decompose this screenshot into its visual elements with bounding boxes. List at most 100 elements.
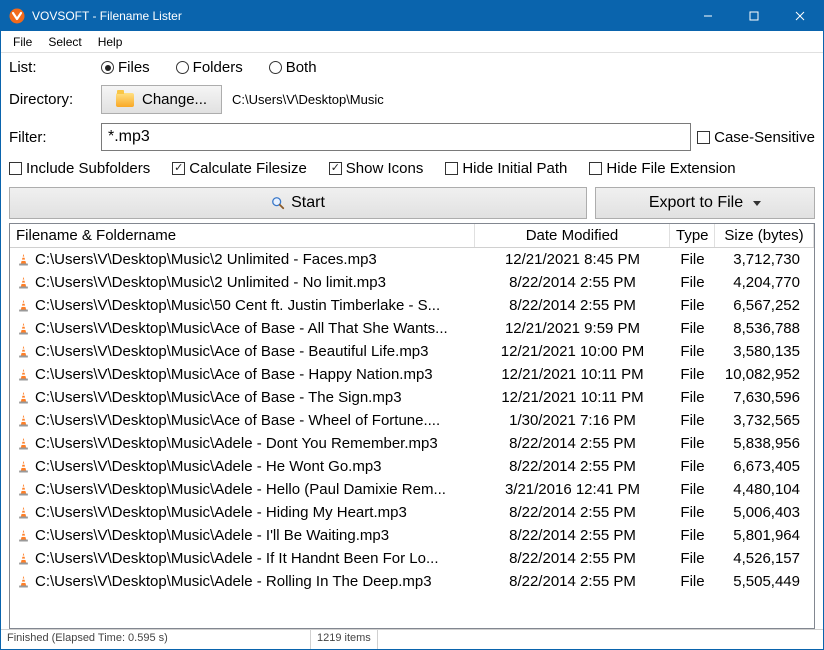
- table-row[interactable]: C:\Users\V\Desktop\Music\Adele - I'll Be…: [10, 524, 814, 547]
- cell-size: 5,801,964: [715, 526, 814, 545]
- table-row[interactable]: C:\Users\V\Desktop\Music\Adele - Hiding …: [10, 501, 814, 524]
- cell-filename: C:\Users\V\Desktop\Music\Adele - Dont Yo…: [10, 434, 475, 453]
- cell-type: File: [670, 411, 715, 430]
- cell-size: 5,006,403: [715, 503, 814, 522]
- window-title: VOVSOFT - Filename Lister: [32, 9, 685, 23]
- table-row[interactable]: C:\Users\V\Desktop\Music\2 Unlimited - F…: [10, 248, 814, 271]
- cell-date: 3/21/2016 12:41 PM: [475, 480, 670, 499]
- cell-type: File: [670, 549, 715, 568]
- hide-file-extension-checkbox[interactable]: Hide File Extension: [589, 160, 735, 177]
- cell-size: 10,082,952: [715, 365, 814, 384]
- table-row[interactable]: C:\Users\V\Desktop\Music\50 Cent ft. Jus…: [10, 294, 814, 317]
- cell-filename: C:\Users\V\Desktop\Music\Adele - Hiding …: [10, 503, 475, 522]
- show-icons-checkbox[interactable]: Show Icons: [329, 160, 424, 177]
- cell-date: 8/22/2014 2:55 PM: [475, 434, 670, 453]
- filter-label: Filter:: [9, 129, 101, 146]
- table-row[interactable]: C:\Users\V\Desktop\Music\Adele - He Wont…: [10, 455, 814, 478]
- directory-label: Directory:: [9, 91, 101, 108]
- cell-type: File: [670, 572, 715, 591]
- hide-initial-path-checkbox[interactable]: Hide Initial Path: [445, 160, 567, 177]
- menubar: File Select Help: [1, 31, 823, 53]
- table-row[interactable]: C:\Users\V\Desktop\Music\Ace of Base - H…: [10, 363, 814, 386]
- statusbar: Finished (Elapsed Time: 0.595 s) 1219 it…: [1, 629, 823, 649]
- minimize-button[interactable]: [685, 1, 731, 31]
- maximize-button[interactable]: [731, 1, 777, 31]
- cell-filename: C:\Users\V\Desktop\Music\Adele - I'll Be…: [10, 526, 475, 545]
- table-row[interactable]: C:\Users\V\Desktop\Music\Ace of Base - A…: [10, 317, 814, 340]
- col-size[interactable]: Size (bytes): [715, 224, 814, 247]
- status-count: 1219 items: [311, 630, 378, 649]
- cell-date: 8/22/2014 2:55 PM: [475, 273, 670, 292]
- menu-file[interactable]: File: [5, 33, 40, 51]
- cell-filename: C:\Users\V\Desktop\Music\Adele - He Wont…: [10, 457, 475, 476]
- close-button[interactable]: [777, 1, 823, 31]
- status-elapsed: Finished (Elapsed Time: 0.595 s): [1, 630, 311, 649]
- calculate-filesize-checkbox[interactable]: Calculate Filesize: [172, 160, 307, 177]
- cell-type: File: [670, 457, 715, 476]
- cell-type: File: [670, 250, 715, 269]
- radio-icon: [176, 61, 189, 74]
- chevron-down-icon: [753, 201, 761, 206]
- list-label: List:: [9, 59, 101, 76]
- change-button[interactable]: Change...: [101, 85, 222, 114]
- table-row[interactable]: C:\Users\V\Desktop\Music\Adele - Hello (…: [10, 478, 814, 501]
- cell-type: File: [670, 526, 715, 545]
- include-subfolders-checkbox[interactable]: Include Subfolders: [9, 160, 150, 177]
- cell-type: File: [670, 296, 715, 315]
- app-icon: [9, 8, 25, 24]
- cell-date: 8/22/2014 2:55 PM: [475, 457, 670, 476]
- menu-help[interactable]: Help: [90, 33, 131, 51]
- file-table: Filename & Foldername Date Modified Type…: [9, 223, 815, 629]
- table-row[interactable]: C:\Users\V\Desktop\Music\Adele - If It H…: [10, 547, 814, 570]
- table-row[interactable]: C:\Users\V\Desktop\Music\Adele - Rolling…: [10, 570, 814, 593]
- checkbox-icon: [589, 162, 602, 175]
- col-filename[interactable]: Filename & Foldername: [10, 224, 475, 247]
- cell-size: 3,732,565: [715, 411, 814, 430]
- cell-date: 12/21/2021 10:11 PM: [475, 388, 670, 407]
- directory-path: C:\Users\V\Desktop\Music: [232, 92, 384, 107]
- cell-date: 8/22/2014 2:55 PM: [475, 549, 670, 568]
- cell-date: 8/22/2014 2:55 PM: [475, 503, 670, 522]
- checkbox-icon: [172, 162, 185, 175]
- cell-date: 8/22/2014 2:55 PM: [475, 572, 670, 591]
- checkbox-icon: [329, 162, 342, 175]
- table-row[interactable]: C:\Users\V\Desktop\Music\Ace of Base - W…: [10, 409, 814, 432]
- radio-icon: [269, 61, 282, 74]
- cell-filename: C:\Users\V\Desktop\Music\Adele - Hello (…: [10, 480, 475, 499]
- start-button[interactable]: Start: [9, 187, 587, 219]
- cell-filename: C:\Users\V\Desktop\Music\Ace of Base - W…: [10, 411, 475, 430]
- folder-icon: [116, 93, 134, 107]
- table-row[interactable]: C:\Users\V\Desktop\Music\Ace of Base - T…: [10, 386, 814, 409]
- cell-size: 5,838,956: [715, 434, 814, 453]
- cell-filename: C:\Users\V\Desktop\Music\Ace of Base - H…: [10, 365, 475, 384]
- table-row[interactable]: C:\Users\V\Desktop\Music\Ace of Base - B…: [10, 340, 814, 363]
- radio-both[interactable]: Both: [269, 59, 317, 76]
- cell-date: 12/21/2021 10:00 PM: [475, 342, 670, 361]
- table-row[interactable]: C:\Users\V\Desktop\Music\Adele - Dont Yo…: [10, 432, 814, 455]
- export-button[interactable]: Export to File: [595, 187, 815, 219]
- case-sensitive-checkbox[interactable]: Case-Sensitive: [697, 129, 815, 146]
- radio-folders[interactable]: Folders: [176, 59, 243, 76]
- cell-filename: C:\Users\V\Desktop\Music\Ace of Base - T…: [10, 388, 475, 407]
- cell-size: 8,536,788: [715, 319, 814, 338]
- col-date[interactable]: Date Modified: [475, 224, 670, 247]
- cell-filename: C:\Users\V\Desktop\Music\50 Cent ft. Jus…: [10, 296, 475, 315]
- cell-type: File: [670, 503, 715, 522]
- cell-filename: C:\Users\V\Desktop\Music\Adele - Rolling…: [10, 572, 475, 591]
- cell-date: 12/21/2021 10:11 PM: [475, 365, 670, 384]
- table-row[interactable]: C:\Users\V\Desktop\Music\2 Unlimited - N…: [10, 271, 814, 294]
- filter-input[interactable]: [101, 123, 691, 151]
- cell-size: 3,580,135: [715, 342, 814, 361]
- cell-date: 8/22/2014 2:55 PM: [475, 296, 670, 315]
- cell-type: File: [670, 319, 715, 338]
- cell-size: 6,673,405: [715, 457, 814, 476]
- col-type[interactable]: Type: [670, 224, 715, 247]
- cell-filename: C:\Users\V\Desktop\Music\Ace of Base - A…: [10, 319, 475, 338]
- cell-filename: C:\Users\V\Desktop\Music\2 Unlimited - N…: [10, 273, 475, 292]
- radio-icon: [101, 61, 114, 74]
- table-body[interactable]: C:\Users\V\Desktop\Music\2 Unlimited - F…: [10, 248, 814, 628]
- menu-select[interactable]: Select: [40, 33, 89, 51]
- cell-filename: C:\Users\V\Desktop\Music\Adele - If It H…: [10, 549, 475, 568]
- cell-size: 3,712,730: [715, 250, 814, 269]
- radio-files[interactable]: Files: [101, 59, 150, 76]
